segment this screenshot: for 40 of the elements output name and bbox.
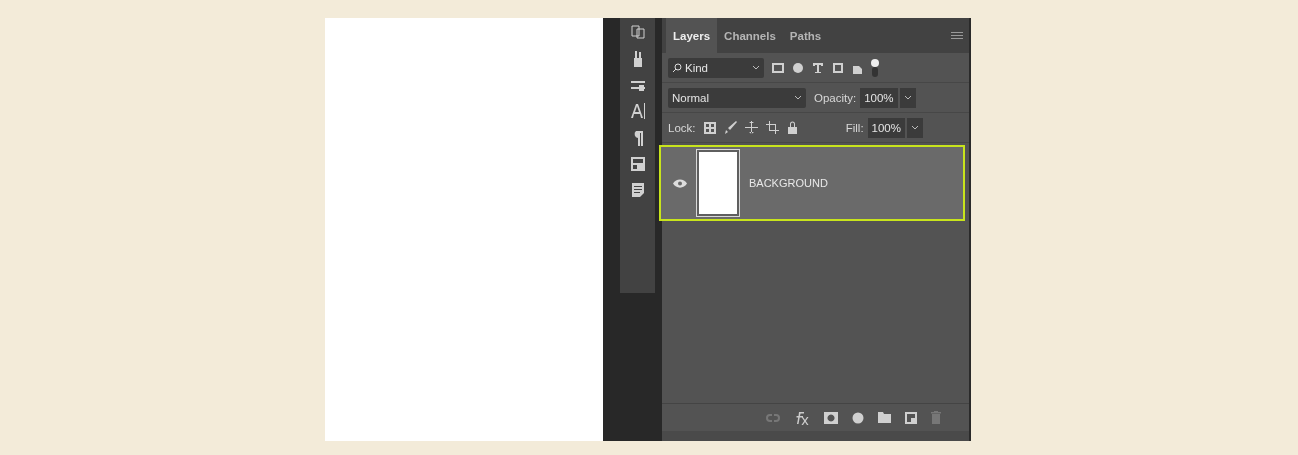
adjustment-icon[interactable] <box>852 411 864 424</box>
notes-icon[interactable] <box>630 182 645 198</box>
opacity-field[interactable]: 100% <box>860 87 898 108</box>
filter-dropdown[interactable]: Kind <box>668 57 764 78</box>
eye-icon[interactable] <box>673 179 687 188</box>
folder-icon[interactable] <box>878 412 891 423</box>
panel-tab[interactable]: Channels <box>717 18 783 53</box>
sliders-icon[interactable] <box>629 78 646 92</box>
adjustment-filter-icon[interactable] <box>792 61 804 74</box>
new-layer-icon[interactable] <box>905 411 917 424</box>
image-filter-icon[interactable] <box>772 62 784 73</box>
chevron-icon <box>903 95 912 100</box>
layers-swap-icon[interactable] <box>629 24 646 40</box>
mask-icon[interactable] <box>824 411 838 424</box>
layer-row[interactable]: BACKGROUND <box>659 145 965 221</box>
panel-tab[interactable]: Paths <box>782 18 829 53</box>
lock-label: Lock: <box>668 121 696 134</box>
panel-tab[interactable]: Layers <box>666 18 718 53</box>
fill-field[interactable]: 100% <box>867 117 905 138</box>
blend-mode-dropdown[interactable]: Normal <box>668 87 806 108</box>
move-icon[interactable] <box>744 121 758 134</box>
chevron-icon <box>911 125 919 130</box>
chevron-icon <box>752 65 760 70</box>
crop-icon[interactable] <box>765 121 779 134</box>
search-icon <box>672 62 682 73</box>
layer-thumbnail <box>697 150 739 216</box>
fx-icon[interactable] <box>794 410 810 425</box>
layer-name[interactable]: BACKGROUND <box>749 177 828 189</box>
chevron-icon <box>794 95 802 100</box>
shape-filter-icon[interactable] <box>832 61 844 74</box>
layout-icon[interactable] <box>629 156 646 172</box>
lock-icon[interactable] <box>786 121 798 134</box>
opacity-label: Opacity: <box>814 91 857 104</box>
lock-pixels-icon[interactable] <box>703 121 716 134</box>
brush-icon[interactable] <box>723 121 737 134</box>
type-filter-icon[interactable] <box>812 61 824 74</box>
menu-icon[interactable] <box>951 31 963 40</box>
character-icon[interactable] <box>629 102 646 120</box>
fill-label: Fill: <box>845 121 864 134</box>
filter-toggle-icon[interactable] <box>871 58 879 77</box>
